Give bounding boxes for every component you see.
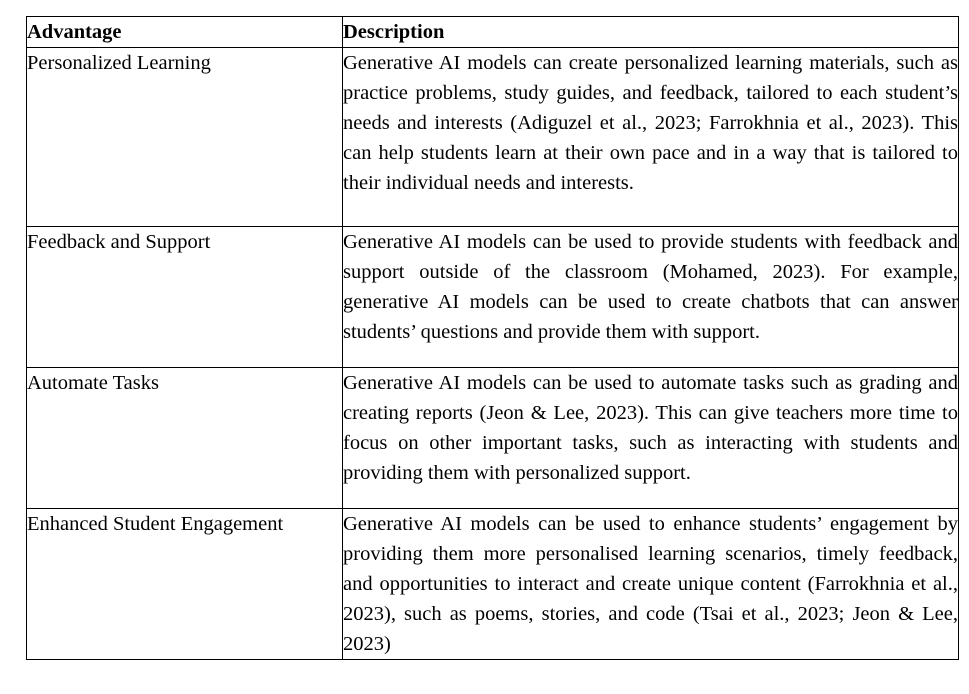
document-page: Advantage Description Personalized Learn… xyxy=(0,0,969,694)
table-row: Enhanced Student Engage­ment Generative … xyxy=(26,507,959,661)
cell-description: Generative AI models can create personal… xyxy=(342,47,959,227)
column-header-advantage: Advantage xyxy=(26,16,343,48)
cell-advantage: Personalized Learning xyxy=(26,47,343,227)
cell-advantage: Enhanced Student Engage­ment xyxy=(26,507,343,661)
cell-advantage: Automate Tasks xyxy=(26,367,343,509)
cell-advantage: Feedback and Support xyxy=(26,226,343,368)
table-header-row: Advantage Description xyxy=(26,16,959,48)
table-body: Personalized Learning Generative AI mode… xyxy=(26,47,959,661)
table-row: Feedback and Support Generative AI model… xyxy=(26,226,959,368)
cell-description: Generative AI models can be used to prov… xyxy=(342,226,959,368)
table-row: Personalized Learning Generative AI mode… xyxy=(26,47,959,227)
column-header-description: Description xyxy=(342,16,959,48)
advantages-table: Advantage Description Personalized Learn… xyxy=(26,16,959,661)
table-header: Advantage Description xyxy=(26,16,959,48)
advantages-table-container: Advantage Description Personalized Learn… xyxy=(26,16,959,661)
cell-description: Generative AI models can be used to auto… xyxy=(342,367,959,509)
table-row: Automate Tasks Generative AI models can … xyxy=(26,367,959,509)
cell-description: Generative AI models can be used to enha… xyxy=(342,507,959,661)
